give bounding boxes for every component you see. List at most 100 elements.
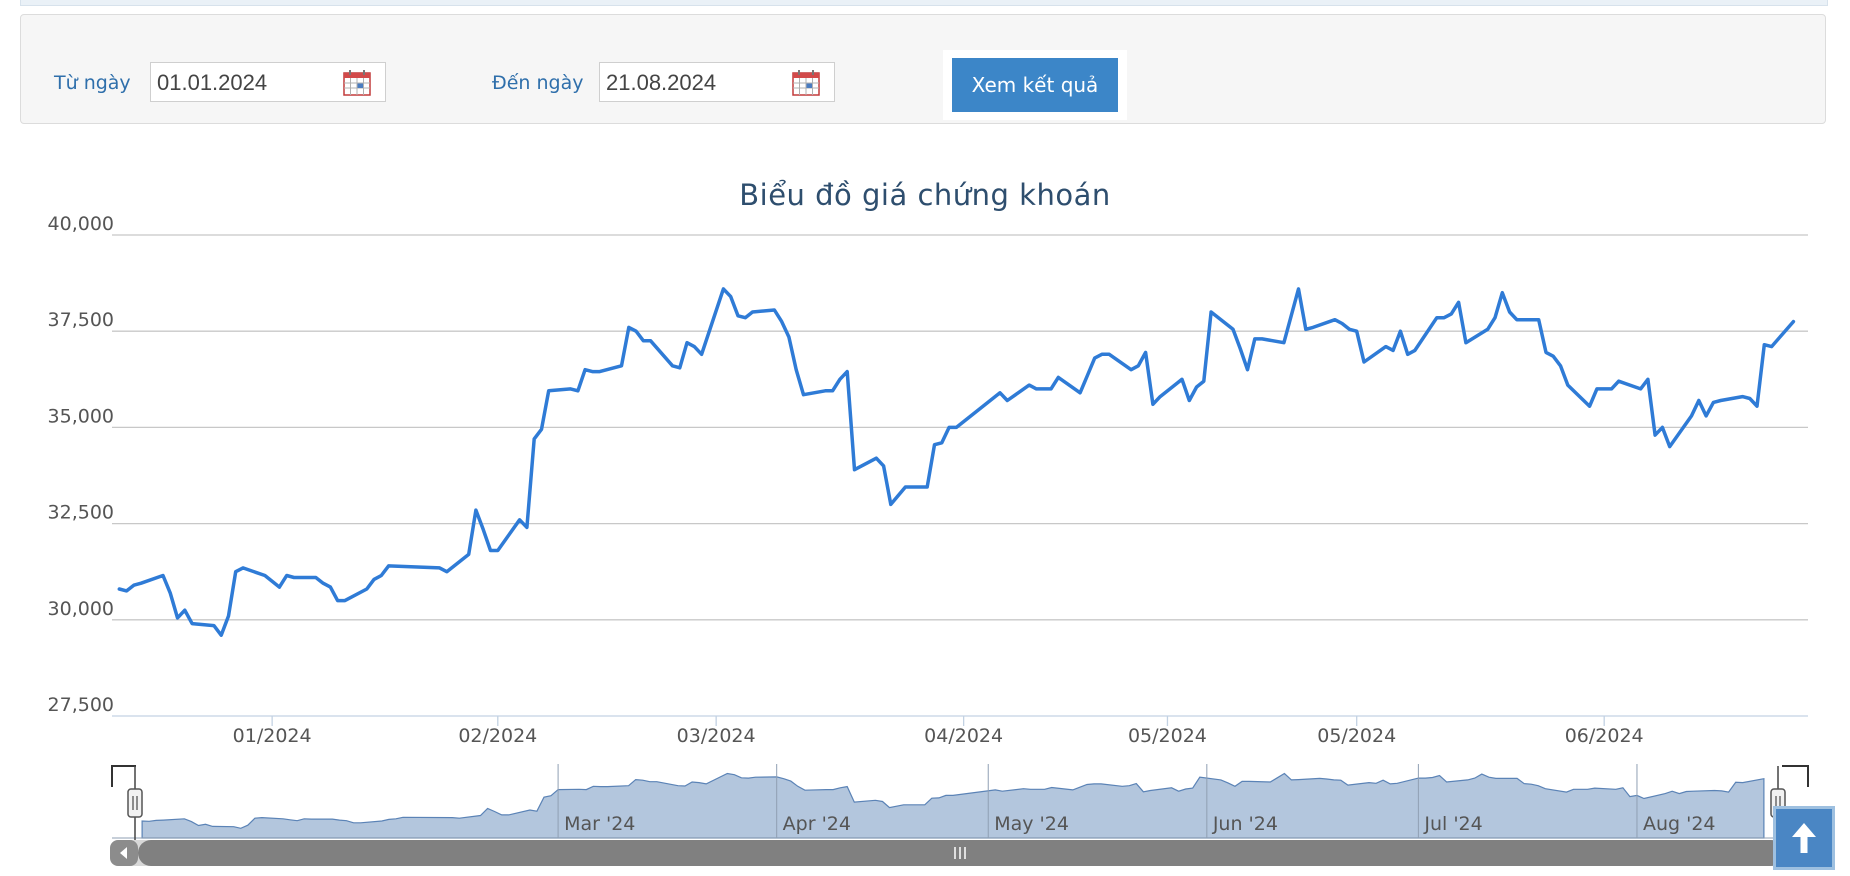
y-tick-label: 32,500 bbox=[48, 502, 114, 524]
price-point bbox=[940, 441, 944, 445]
price-point bbox=[212, 624, 216, 628]
price-point bbox=[227, 614, 231, 618]
price-point bbox=[1297, 287, 1301, 291]
x-tick-label: 01/2024 bbox=[233, 725, 312, 747]
price-point bbox=[998, 391, 1002, 395]
price-point bbox=[328, 585, 332, 589]
price-point bbox=[125, 589, 129, 593]
price-point bbox=[1755, 404, 1759, 408]
price-point bbox=[547, 389, 551, 393]
price-point bbox=[489, 549, 493, 553]
navigator-outline-left bbox=[111, 765, 136, 787]
scroll-to-top-button[interactable] bbox=[1773, 806, 1835, 870]
price-point bbox=[1180, 377, 1184, 381]
price-point bbox=[1195, 385, 1199, 389]
price-point bbox=[467, 552, 471, 556]
price-point bbox=[1595, 387, 1599, 391]
price-point bbox=[1129, 368, 1133, 372]
price-point bbox=[1107, 352, 1111, 356]
price-point bbox=[532, 437, 536, 441]
price-point bbox=[1413, 348, 1417, 352]
navigator-series-area bbox=[141, 772, 1765, 839]
price-point bbox=[1711, 400, 1715, 404]
price-point bbox=[802, 393, 806, 397]
price-point bbox=[190, 622, 194, 626]
price-point bbox=[1515, 318, 1519, 322]
price-point bbox=[183, 608, 187, 612]
price-point bbox=[1078, 391, 1082, 395]
price-point bbox=[1144, 350, 1148, 354]
price-point bbox=[285, 574, 289, 578]
price-point bbox=[1246, 368, 1250, 372]
price-point bbox=[692, 345, 696, 349]
price-point bbox=[387, 564, 391, 568]
price-point bbox=[241, 566, 245, 570]
price-point bbox=[882, 464, 886, 468]
price-point bbox=[576, 389, 580, 393]
price-point bbox=[1493, 316, 1497, 320]
navigator-label: Apr '24 bbox=[783, 813, 851, 835]
navigator-label: Jul '24 bbox=[1423, 813, 1482, 835]
price-point bbox=[1151, 402, 1155, 406]
price-point bbox=[372, 577, 376, 581]
price-point bbox=[751, 310, 755, 314]
price-point bbox=[292, 576, 296, 580]
price-point bbox=[1260, 337, 1264, 341]
price-point bbox=[925, 485, 929, 489]
x-tick-label: 06/2024 bbox=[1565, 725, 1644, 747]
price-point bbox=[1034, 387, 1038, 391]
price-point bbox=[168, 591, 172, 595]
price-point bbox=[1238, 347, 1242, 351]
price-point bbox=[1544, 350, 1548, 354]
price-point bbox=[1362, 360, 1366, 364]
price-point bbox=[1639, 387, 1643, 391]
navigator-left-handle[interactable] bbox=[127, 788, 143, 818]
price-point bbox=[794, 368, 798, 372]
price-point bbox=[641, 339, 645, 343]
price-point bbox=[1559, 364, 1563, 368]
price-point bbox=[1741, 395, 1745, 399]
price-point bbox=[1355, 329, 1359, 333]
price-point bbox=[176, 616, 180, 620]
price-point bbox=[1500, 291, 1504, 295]
price-point bbox=[321, 581, 325, 585]
price-point bbox=[889, 502, 893, 506]
price-point bbox=[823, 389, 827, 393]
price-point bbox=[518, 518, 522, 522]
price-point bbox=[365, 587, 369, 591]
price-point bbox=[1187, 399, 1191, 403]
price-point bbox=[379, 574, 383, 578]
price-point bbox=[1770, 345, 1774, 349]
price-point bbox=[620, 364, 624, 368]
y-tick-label: 40,000 bbox=[48, 213, 114, 235]
price-point bbox=[1049, 387, 1053, 391]
price-point bbox=[1100, 352, 1104, 356]
price-point bbox=[263, 574, 267, 578]
price-point bbox=[1508, 310, 1512, 314]
price-point bbox=[314, 576, 318, 580]
price-point bbox=[598, 370, 602, 374]
price-point bbox=[1791, 320, 1795, 324]
y-tick-label: 30,000 bbox=[48, 598, 114, 620]
price-point bbox=[671, 364, 675, 368]
price-point bbox=[772, 308, 776, 312]
price-point bbox=[743, 316, 747, 320]
price-point bbox=[1311, 325, 1315, 329]
price-point bbox=[1449, 312, 1453, 316]
price-point bbox=[1231, 327, 1235, 331]
price-point bbox=[590, 370, 594, 374]
navigator-outline-right bbox=[1782, 765, 1809, 787]
price-point bbox=[474, 508, 478, 512]
price-point bbox=[1384, 345, 1388, 349]
price-point bbox=[947, 425, 951, 429]
price-point bbox=[1668, 445, 1672, 449]
price-point bbox=[481, 527, 485, 531]
price-point bbox=[1027, 383, 1031, 387]
scrollbar-thumb[interactable] bbox=[138, 840, 1784, 866]
x-tick-label: 05/2024 bbox=[1317, 725, 1396, 747]
price-point bbox=[117, 587, 121, 591]
price-point bbox=[540, 427, 544, 431]
price-point bbox=[1136, 364, 1140, 368]
price-point bbox=[1005, 399, 1009, 403]
price-point bbox=[496, 549, 500, 553]
